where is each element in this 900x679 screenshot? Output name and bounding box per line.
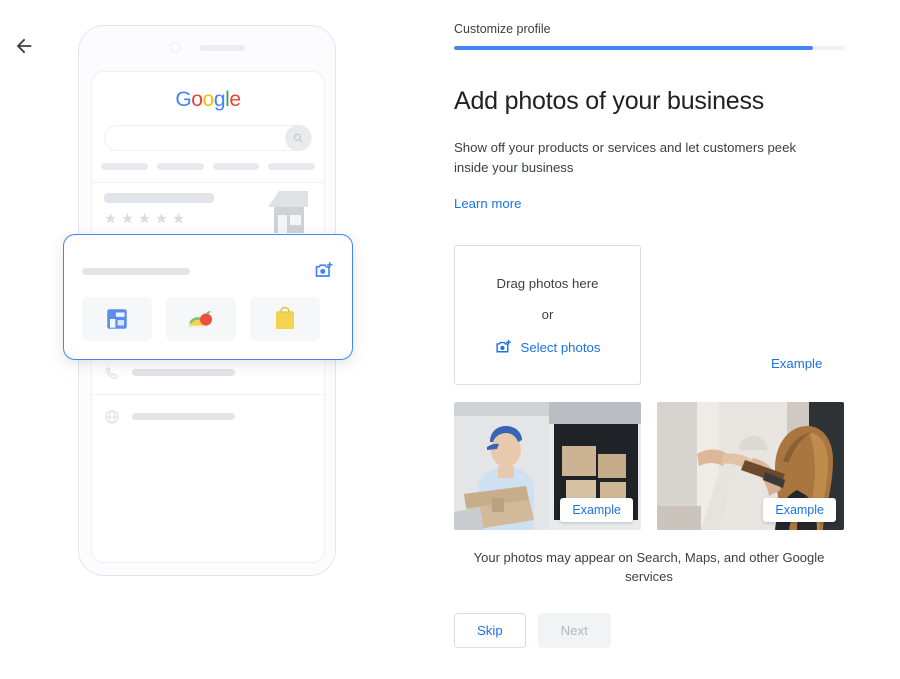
mock-search-input[interactable] <box>104 125 312 151</box>
food-taco-apple-icon <box>188 311 212 328</box>
page-title: Add photos of your business <box>454 87 765 115</box>
google-logo-letter-o2: o <box>202 88 215 111</box>
google-logo-letter-o1: o <box>191 88 203 111</box>
card-thumbnails <box>64 281 352 341</box>
google-logo-letter-e: e <box>229 88 241 111</box>
thumbnail-food[interactable] <box>166 297 236 341</box>
star-icon <box>173 213 184 224</box>
earpiece-speaker <box>198 44 245 51</box>
learn-more-link[interactable]: Learn more <box>454 196 521 211</box>
filter-chip[interactable] <box>156 163 204 170</box>
progress-bar-fill <box>454 46 813 50</box>
filter-chip[interactable] <box>212 163 260 170</box>
thumbnail-shopping-bag[interactable] <box>250 297 320 341</box>
storefront-icon <box>262 189 314 240</box>
info-row-website[interactable] <box>92 394 324 438</box>
magnifier-icon <box>293 133 303 143</box>
thumbnail-storefront[interactable] <box>82 297 152 341</box>
example-link[interactable]: Example <box>771 356 822 371</box>
example-badge: Example <box>560 497 633 522</box>
skip-button[interactable]: Skip <box>454 612 526 648</box>
next-button: Next <box>537 612 611 648</box>
dropzone-row: Drag photos here or Select photos Exampl… <box>454 244 844 385</box>
select-photos-label: Select photos <box>520 339 601 355</box>
blue-storefront-icon <box>107 309 127 329</box>
search-button[interactable] <box>285 125 311 151</box>
google-logo: Google <box>92 88 324 112</box>
filter-chip[interactable] <box>268 163 315 170</box>
card-header <box>64 235 352 281</box>
phone-icon <box>105 366 117 379</box>
example-photo-salon: Example <box>657 401 844 530</box>
dropzone-or-label: or <box>541 307 554 323</box>
star-icon <box>122 213 133 224</box>
example-badge: Example <box>763 497 836 522</box>
star-icon <box>156 213 167 224</box>
back-button[interactable] <box>8 30 40 62</box>
yellow-shopping-bag-icon <box>276 306 294 329</box>
customize-profile-page: Google Customize profile Add photos of y… <box>0 0 900 679</box>
add-photo-camera-icon <box>495 339 511 353</box>
star-icon <box>105 213 116 224</box>
page-description: Show off your products or services and l… <box>454 140 797 176</box>
mock-filter-chips <box>101 163 315 170</box>
google-logo-letter-g: G <box>175 88 192 111</box>
photos-highlight-card <box>63 234 353 360</box>
dropzone-title: Drag photos here <box>496 276 599 292</box>
photo-dropzone[interactable]: Drag photos here or Select photos <box>454 244 641 385</box>
google-logo-letter-g2: g <box>213 88 226 111</box>
photos-visibility-note: Your photos may appear on Search, Maps, … <box>473 549 825 585</box>
example-photos: Example Example <box>454 401 844 530</box>
action-buttons: Skip Next <box>454 612 844 648</box>
example-photo-delivery: Example <box>454 401 641 530</box>
progress-bar <box>454 46 844 50</box>
phone-placeholder <box>132 369 235 376</box>
card-title-placeholder <box>82 267 190 275</box>
step-label: Customize profile <box>454 22 551 36</box>
select-photos-button[interactable]: Select photos <box>495 339 601 356</box>
business-name-placeholder <box>104 193 214 203</box>
phone-notch <box>79 42 335 53</box>
star-icon <box>139 213 150 224</box>
front-camera-icon <box>169 42 181 53</box>
filter-chip[interactable] <box>101 163 148 170</box>
arrow-left-icon <box>16 38 32 54</box>
website-placeholder <box>132 413 235 420</box>
globe-icon <box>105 409 119 424</box>
add-photo-camera-icon[interactable] <box>314 261 334 281</box>
right-panel: Customize profile Add photos of your bus… <box>454 22 844 648</box>
